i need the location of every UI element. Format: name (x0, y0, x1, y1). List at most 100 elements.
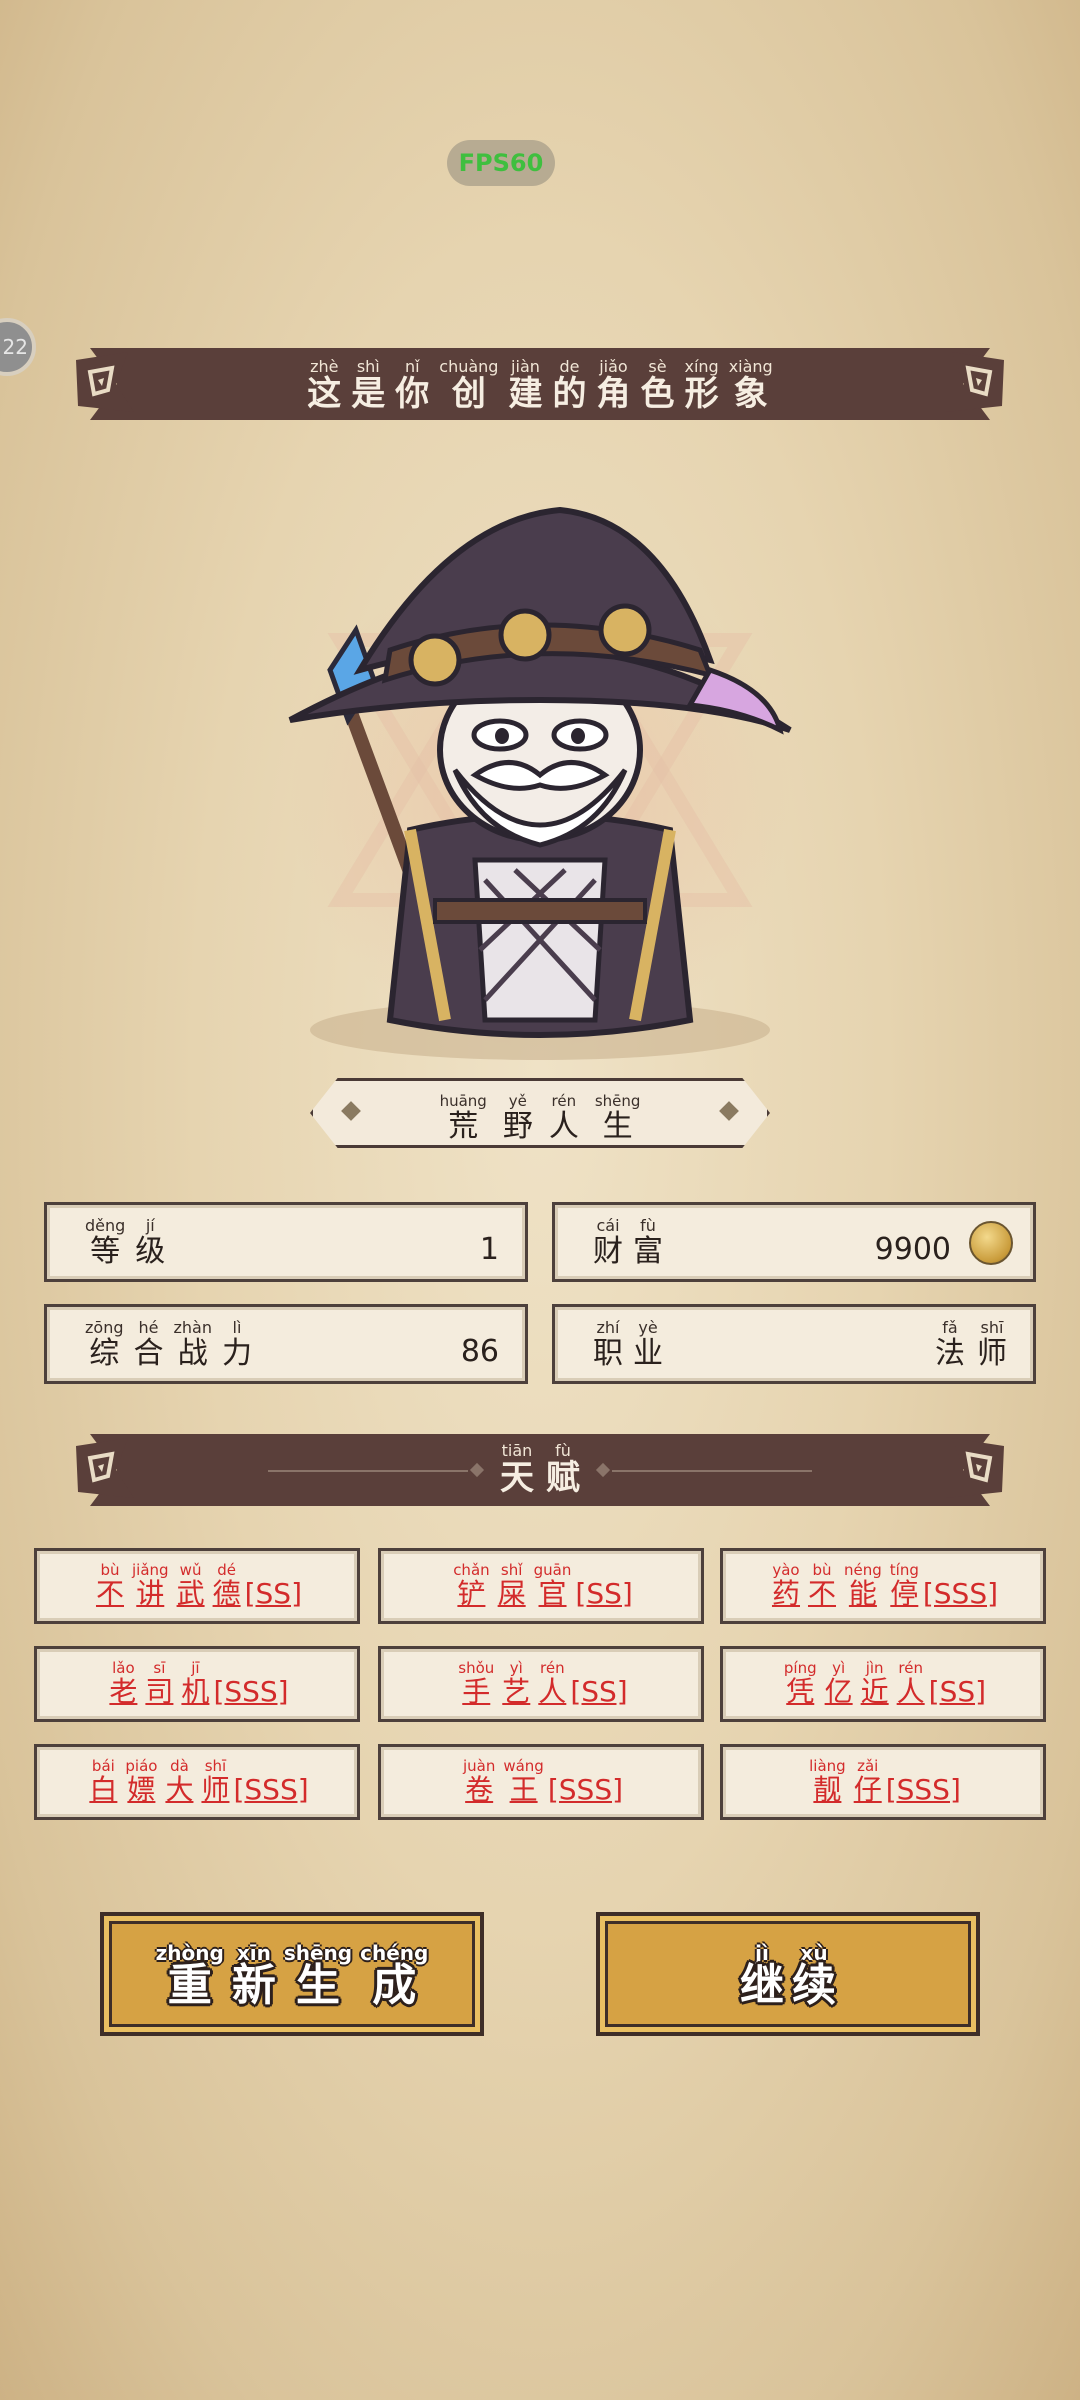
hanzi: 师 (201, 1773, 230, 1806)
hanzi: 综 (89, 1336, 120, 1371)
hanzi: 手 (462, 1675, 491, 1708)
hanzi: 靓 (813, 1773, 842, 1806)
ruby-char: chéng 成 (360, 1943, 428, 2011)
talent-card[interactable]: yào 药 bù 不 néng 能 tíng 停 [SSS] (720, 1548, 1046, 1624)
stat-value: 9900 (874, 1232, 951, 1267)
continue-button[interactable]: jì 继 xù 续 (596, 1912, 980, 2036)
pinyin: cái (596, 1216, 620, 1235)
ruby-char: jī 机 (181, 1659, 209, 1708)
hanzi: 荒 (448, 1109, 479, 1144)
talent-title: tiān 天 fù 赋 (68, 1442, 1012, 1497)
hanzi: 屎 (497, 1577, 526, 1610)
pinyin: zōng (85, 1318, 124, 1337)
hanzi: 续 (792, 1960, 836, 2011)
ruby-char: fù 富 (633, 1217, 663, 1269)
talent-card[interactable]: bái 白 piáo 嫖 dà 大 shī 师 [SSS] (34, 1744, 360, 1820)
ruby-char: lǎo 老 (109, 1659, 137, 1708)
pinyin: yè (638, 1318, 658, 1337)
hanzi: 凭 (786, 1675, 815, 1708)
hanzi: 建 (508, 374, 543, 414)
stat-wealth: cái 财 fù 富 9900 (552, 1202, 1036, 1282)
ruby-char: lì 力 (222, 1319, 252, 1371)
talent-text: chǎn 铲 shǐ 屎 guān 官 [SS] (381, 1561, 701, 1610)
hanzi: 药 (771, 1577, 800, 1610)
stat-value: fǎ 法 shī 师 (923, 1318, 1007, 1371)
ruby-char: yào 药 (772, 1561, 800, 1610)
ruby-char: zhòng 重 (156, 1943, 224, 2010)
ruby-char: shī 师 (201, 1757, 229, 1806)
hanzi: 能 (848, 1577, 877, 1610)
pinyin: zhí (596, 1318, 620, 1337)
hanzi: 你 (395, 374, 430, 414)
talent-grade: [SS] (928, 1675, 987, 1708)
hanzi: 官 (538, 1577, 567, 1610)
hanzi: 象 (733, 374, 768, 414)
hanzi: 色 (640, 374, 675, 414)
hanzi: 战 (177, 1336, 208, 1371)
ruby-char: bù 不 (96, 1561, 124, 1610)
ruby-char: shǒu 手 (458, 1659, 494, 1708)
hanzi: 继 (740, 1960, 784, 2011)
hanzi: 等 (90, 1234, 121, 1269)
ruby-char: jì 继 (740, 1943, 784, 2011)
fps-counter: FPS60 (447, 140, 555, 186)
ruby-char: yì 艺 (502, 1659, 530, 1708)
ruby-char: jiǎng 讲 (132, 1561, 169, 1610)
ruby-char: cái 财 (593, 1216, 623, 1269)
hanzi: 财 (593, 1234, 623, 1269)
hanzi: 天 (500, 1458, 534, 1498)
hanzi: 大 (165, 1773, 194, 1806)
hanzi: 讲 (136, 1577, 165, 1610)
hanzi: 职 (593, 1336, 623, 1371)
stat-power: zōng 综 hé 合 zhàn 战 lì 力 86 (44, 1304, 528, 1384)
hanzi: 这 (307, 374, 342, 414)
hanzi: 的 (552, 374, 587, 414)
hanzi: 司 (145, 1675, 174, 1708)
ruby-char: sī 司 (145, 1659, 173, 1708)
hanzi: 亿 (824, 1675, 853, 1708)
continue-label: jì 继 xù 续 (600, 1943, 976, 2011)
stat-label: cái 财 fù 富 (593, 1216, 673, 1269)
stat-job: zhí 职 yè 业 fǎ 法 shī 师 (552, 1304, 1036, 1384)
ruby-char: zhí 职 (593, 1318, 623, 1371)
pinyin: fǎ (942, 1318, 958, 1337)
ruby-char: wáng 王 (503, 1757, 544, 1806)
stat-label: zōng 综 hé 合 zhàn 战 lì 力 (85, 1318, 262, 1371)
hanzi: 生 (602, 1109, 633, 1144)
ruby-char: xīn 新 (231, 1943, 276, 2011)
talent-text: yào 药 bù 不 néng 能 tíng 停 [SSS] (723, 1561, 1043, 1610)
hanzi: 仔 (853, 1773, 882, 1806)
hanzi: 新 (231, 1960, 276, 2011)
talent-grade: [SSS] (922, 1577, 999, 1610)
hanzi: 机 (181, 1675, 210, 1708)
talent-text: shǒu 手 yì 艺 rén 人 [SS] (381, 1659, 701, 1708)
title-banner: zhè 这 shì 是 nǐ 你 chuàng 创 jiàn 建 de 的 jiǎo 角 sè 色 xíng 形 x… (68, 348, 1012, 420)
hanzi: 成 (372, 1960, 417, 2011)
character-name: huāng 荒 yě 野 rén 人 shēng 生 (310, 1092, 770, 1143)
ruby-char: fǎ 法 (935, 1318, 965, 1371)
talent-card[interactable]: juàn 卷 wáng 王 [SSS] (378, 1744, 704, 1820)
ruby-char: zhàn 战 (173, 1319, 211, 1371)
talent-card[interactable]: lǎo 老 sī 司 jī 机 [SSS] (34, 1646, 360, 1722)
regenerate-button[interactable]: zhòng 重 xīn 新 shēng 生 chéng 成 (100, 1912, 484, 2036)
talent-card[interactable]: bù 不 jiǎng 讲 wǔ 武 dé 德 [SS] (34, 1548, 360, 1624)
regenerate-label: zhòng 重 xīn 新 shēng 生 chéng 成 (104, 1943, 480, 2011)
hanzi: 德 (212, 1577, 241, 1610)
talent-card[interactable]: shǒu 手 yì 艺 rén 人 [SS] (378, 1646, 704, 1722)
stat-value: 86 (460, 1334, 499, 1369)
talent-grade: [SS] (570, 1675, 628, 1708)
talent-card[interactable]: chǎn 铲 shǐ 屎 guān 官 [SS] (378, 1548, 704, 1624)
ruby-char: jìn 近 (861, 1659, 889, 1708)
title-text: zhè 这 shì 是 nǐ 你 chuàng 创 jiàn 建 de 的 jiǎo 角 sè 色 xíng 形 x… (68, 358, 1012, 413)
ruby-char: néng 能 (844, 1561, 882, 1610)
ruby-char: jiǎo 角 (596, 358, 630, 413)
side-avatar-button[interactable]: 22 (0, 318, 36, 376)
talent-card[interactable]: píng 凭 yì 亿 jìn 近 rén 人 [SS] (720, 1646, 1046, 1722)
ruby-char: rén 人 (549, 1092, 579, 1143)
wizard-character-portrait (288, 506, 792, 1060)
ruby-char: chǎn 铲 (453, 1561, 489, 1610)
talent-grade: [SS] (244, 1577, 302, 1610)
talent-text: bái 白 piáo 嫖 dà 大 shī 师 [SSS] (37, 1757, 357, 1806)
talent-card[interactable]: liàng 靓 zǎi 仔 [SSS] (720, 1744, 1046, 1820)
ruby-char: dà 大 (165, 1757, 193, 1806)
